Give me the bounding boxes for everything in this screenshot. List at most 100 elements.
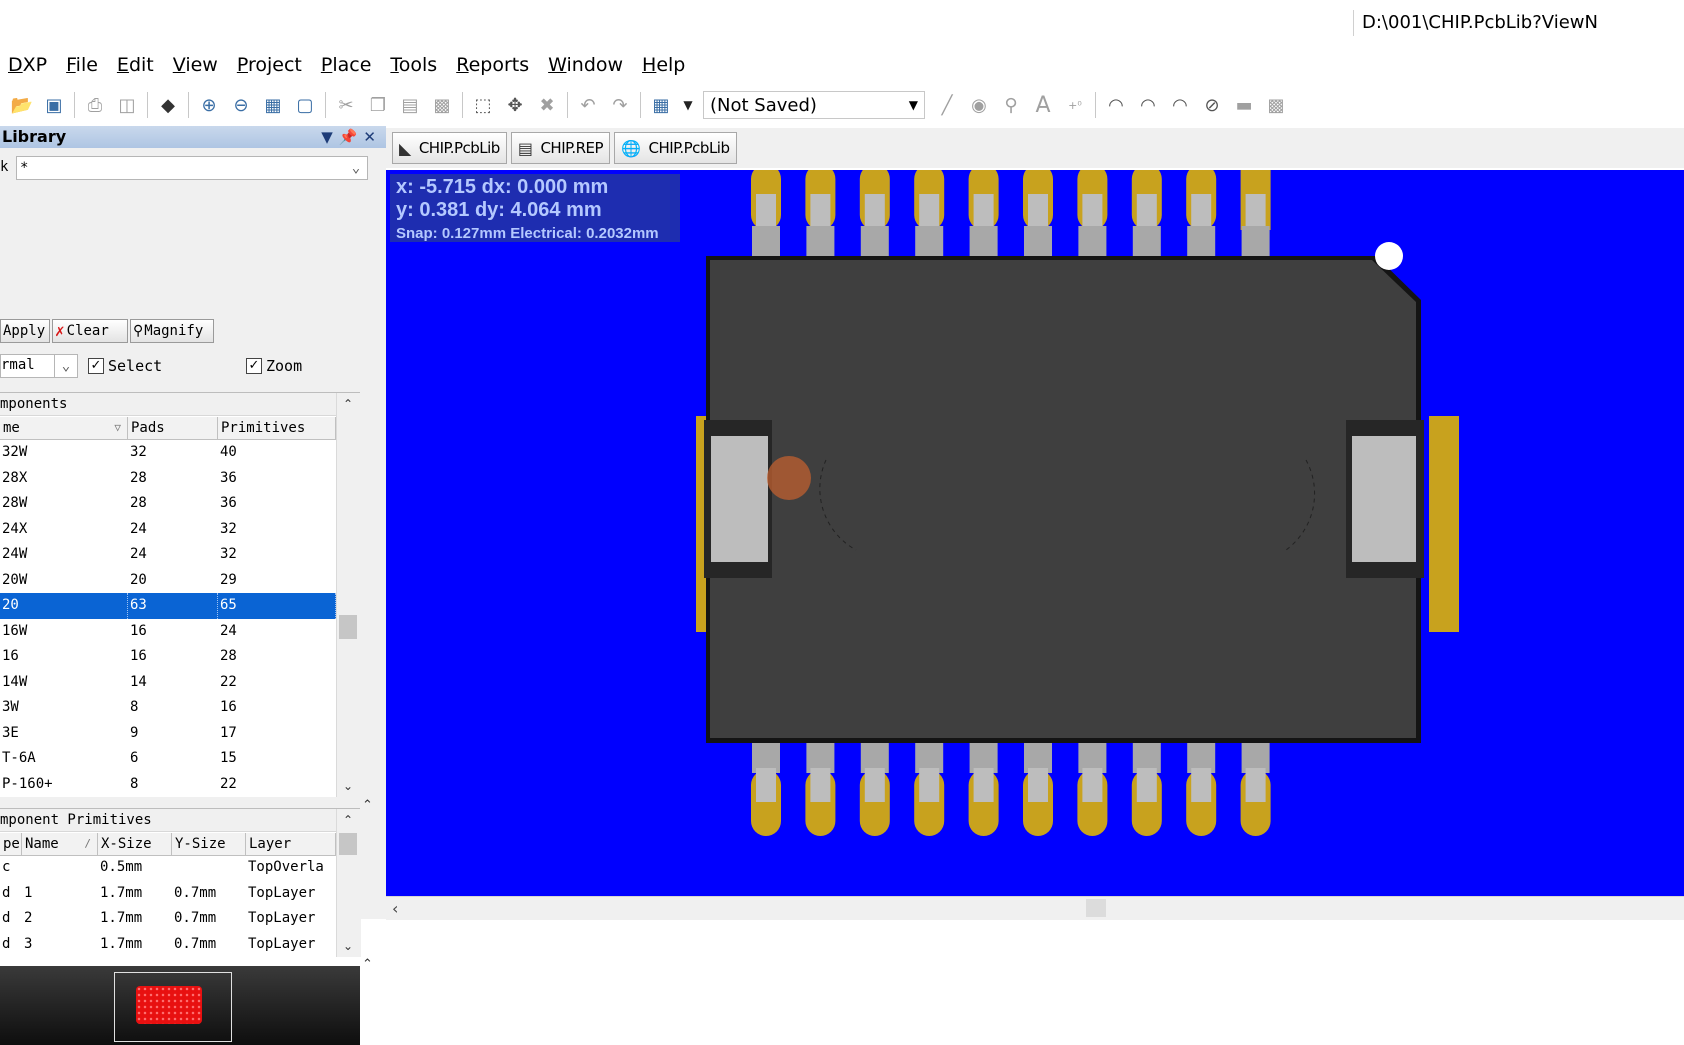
save-icon[interactable]: ▣ — [42, 93, 66, 117]
coordinate-icon[interactable]: +⁰ — [1063, 93, 1087, 117]
layer-stack-icon[interactable]: ◆ — [156, 93, 180, 117]
column-header-prim-name[interactable]: Name / — [22, 833, 98, 855]
open-icon[interactable]: 📂 — [10, 93, 34, 117]
menu-file[interactable]: File — [66, 54, 98, 76]
component-row[interactable]: 16W 16 24 — [0, 619, 336, 645]
component-row[interactable]: 20 63 65 — [0, 593, 336, 619]
component-row[interactable]: 3E 9 17 — [0, 721, 336, 747]
redo-icon[interactable]: ↷ — [608, 93, 632, 117]
tab-chip-pcblib-browser[interactable]: 🌐 CHIP.PcbLib — [614, 132, 737, 164]
component-row[interactable]: 14W 14 22 — [0, 670, 336, 696]
component-row[interactable]: 20W 20 29 — [0, 568, 336, 594]
component-row[interactable]: 28W 28 36 — [0, 491, 336, 517]
mask-label: k — [0, 159, 9, 175]
primitive-row[interactable]: d 1 1.7mm 0.7mm TopLayer — [0, 881, 336, 907]
filter-mode-select[interactable]: rmal ⌄ — [0, 354, 78, 378]
component-row[interactable]: 24W 24 32 — [0, 542, 336, 568]
pad-icon[interactable]: ◉ — [967, 93, 991, 117]
arc-edge-icon[interactable]: ◠ — [1136, 93, 1160, 117]
zoom-fit-icon[interactable]: ▦ — [261, 93, 285, 117]
components-scrollbar[interactable]: ⌃ ⌄ — [336, 393, 361, 797]
panel-menu-icon[interactable]: ▼ — [321, 128, 339, 146]
select-checkbox[interactable]: ✓ — [88, 358, 104, 374]
primitives-scrollbar[interactable]: ⌃ ⌄ — [336, 809, 361, 957]
zoom-in-icon[interactable]: ⊕ — [197, 93, 221, 117]
menu-edit[interactable]: Edit — [117, 54, 154, 76]
undo-icon[interactable]: ↶ — [576, 93, 600, 117]
splitter-up-icon[interactable]: ⌃ — [362, 957, 373, 972]
rubber-stamp-icon[interactable]: ▩ — [430, 93, 454, 117]
primitive-row[interactable]: d 3 1.7mm 0.7mm TopLayer — [0, 932, 336, 958]
circle-icon[interactable]: ⊘ — [1200, 93, 1224, 117]
scroll-up-icon[interactable]: ⌃ — [337, 809, 359, 831]
scroll-thumb[interactable] — [339, 615, 357, 639]
component-row[interactable]: P-160+ 8 22 — [0, 772, 336, 798]
splitter-up-icon[interactable]: ⌃ — [362, 798, 373, 813]
grid-dropdown-icon[interactable]: ▼ — [681, 93, 695, 117]
paste-icon[interactable]: ▤ — [398, 93, 422, 117]
arc-any-icon[interactable]: ◠ — [1168, 93, 1192, 117]
zoom-out-icon[interactable]: ⊖ — [229, 93, 253, 117]
column-header-name[interactable]: me ▽ — [0, 417, 128, 439]
cut-icon[interactable]: ✂ — [334, 93, 358, 117]
scroll-down-icon[interactable]: ⌄ — [337, 775, 359, 797]
column-header-pads[interactable]: Pads — [128, 417, 218, 439]
menu-view[interactable]: View — [173, 54, 218, 76]
chevron-down-icon[interactable]: ⌄ — [54, 355, 77, 377]
array-paste-icon[interactable]: ▩ — [1264, 93, 1288, 117]
close-icon[interactable]: ✕ — [363, 128, 382, 146]
menu-dxp[interactable]: DXP — [8, 54, 47, 76]
scroll-down-icon[interactable]: ⌄ — [337, 935, 359, 957]
menu-window[interactable]: Window — [548, 54, 623, 76]
component-preview[interactable] — [0, 966, 360, 1045]
deselect-icon[interactable]: ✖ — [535, 93, 559, 117]
print-icon[interactable]: ⎙ — [83, 93, 107, 117]
menu-project[interactable]: Project — [237, 54, 302, 76]
line-icon[interactable]: ╱ — [935, 93, 959, 117]
via-icon[interactable]: ⚲ — [999, 93, 1023, 117]
clear-button[interactable]: ✗ Clear — [52, 319, 128, 343]
menu-reports[interactable]: Reports — [456, 54, 529, 76]
canvas-horizontal-scrollbar[interactable]: ‹ — [386, 896, 1684, 920]
menu-help[interactable]: Help — [642, 54, 685, 76]
column-header-layer[interactable]: Layer — [246, 833, 336, 855]
apply-button[interactable]: Apply — [0, 319, 50, 343]
tab-chip-rep[interactable]: ▤ CHIP.REP — [510, 132, 611, 164]
column-header-y-size[interactable]: Y-Size — [172, 833, 246, 855]
component-row[interactable]: 24X 24 32 — [0, 517, 336, 543]
primitive-row[interactable]: c 0.5mm TopOverla — [0, 855, 336, 881]
move-icon[interactable]: ✥ — [503, 93, 527, 117]
menu-place[interactable]: Place — [321, 54, 372, 76]
print-preview-icon[interactable]: ◫ — [115, 93, 139, 117]
zoom-checkbox[interactable]: ✓ — [246, 358, 262, 374]
scroll-left-icon[interactable]: ‹ — [392, 899, 398, 918]
tab-chip-pcblib[interactable]: ◣ CHIP.PcbLib — [392, 132, 507, 164]
component-row[interactable]: 28X 28 36 — [0, 466, 336, 492]
component-row[interactable]: T-6A 6 15 — [0, 746, 336, 772]
scroll-thumb[interactable] — [339, 833, 357, 855]
scroll-up-icon[interactable]: ⌃ — [337, 393, 359, 415]
magnify-button[interactable]: ⚲ Magnify — [130, 319, 214, 343]
mask-input[interactable]: * ⌄ — [16, 156, 368, 180]
column-header-type[interactable]: pe — [0, 833, 22, 855]
component-row[interactable]: 16 16 28 — [0, 644, 336, 670]
select-area-icon[interactable]: ⬚ — [471, 93, 495, 117]
pin-icon[interactable]: 📌 — [339, 128, 364, 146]
menu-tools[interactable]: Tools — [390, 54, 437, 76]
chevron-down-icon[interactable]: ⌄ — [345, 157, 367, 179]
apply-label: Apply — [3, 323, 46, 339]
arc-center-icon[interactable]: ◠ — [1104, 93, 1128, 117]
column-header-primitives[interactable]: Primitives — [218, 417, 336, 439]
zoom-area-icon[interactable]: ▢ — [293, 93, 317, 117]
view-configuration-select[interactable]: (Not Saved) ▼ — [703, 91, 925, 119]
fill-icon[interactable]: ▬ — [1232, 93, 1256, 117]
component-row[interactable]: 32W 32 40 — [0, 440, 336, 466]
pcb-canvas[interactable]: x: -5.715 dx: 0.000 mm y: 0.381 dy: 4.06… — [386, 170, 1684, 896]
component-row[interactable]: 3W 8 16 — [0, 695, 336, 721]
text-icon[interactable]: A — [1031, 93, 1055, 118]
column-header-x-size[interactable]: X-Size — [98, 833, 172, 855]
copy-icon[interactable]: ❐ — [366, 93, 390, 117]
main-toolbar: 📂 ▣ ⎙ ◫ ◆ ⊕ ⊖ ▦ ▢ ✂ ❐ ▤ ▩ ⬚ ✥ ✖ ↶ ↷ ▦ ▼ … — [0, 86, 1684, 124]
scroll-thumb[interactable] — [1086, 899, 1106, 917]
grid-icon[interactable]: ▦ — [649, 93, 673, 117]
